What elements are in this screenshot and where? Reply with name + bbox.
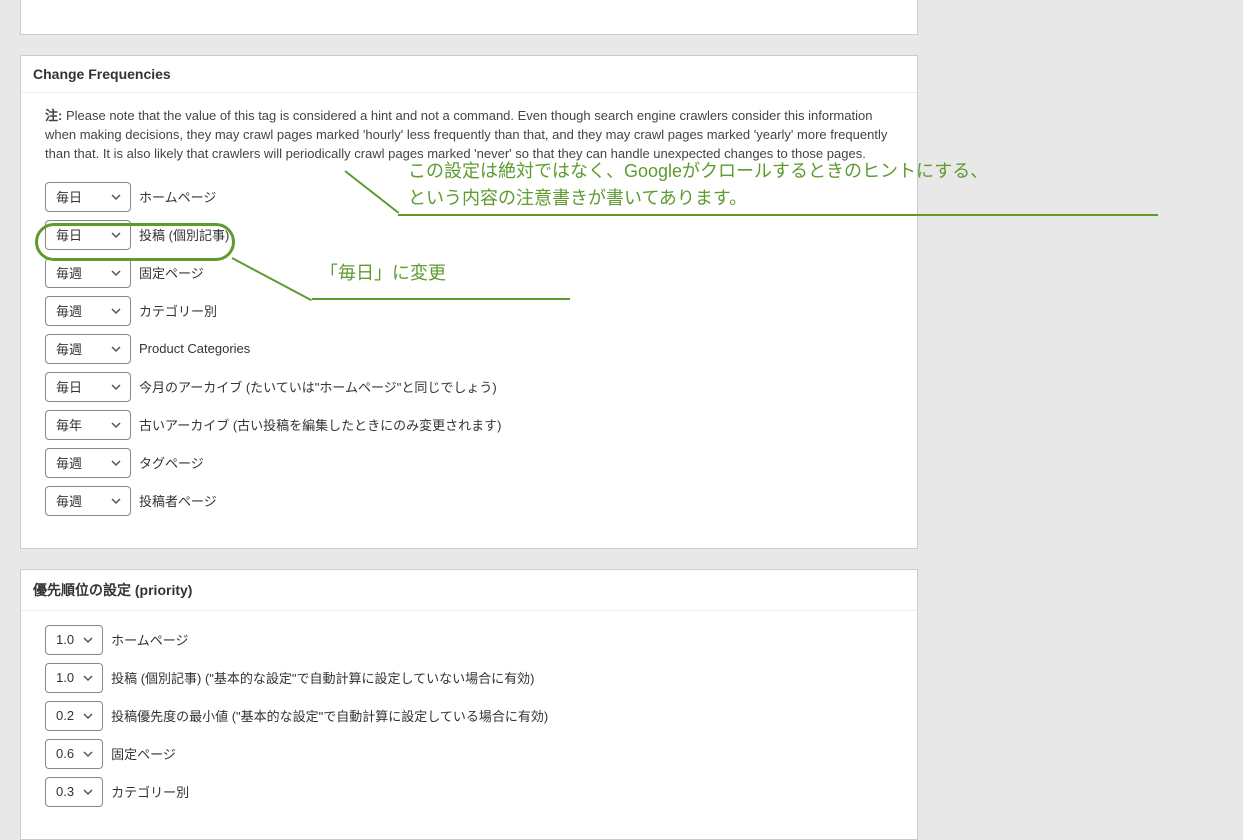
priority-select-posts[interactable]: 1.0	[45, 663, 103, 693]
priority-row-categories: 0.3 カテゴリー別	[45, 777, 893, 807]
freq-value: 毎日	[56, 225, 82, 244]
freq-select-tags[interactable]: 毎週	[45, 448, 131, 478]
note-prefix: 注:	[45, 108, 62, 123]
priority-select-homepage[interactable]: 1.0	[45, 625, 103, 655]
chevron-down-icon	[110, 267, 122, 279]
freq-label: Product Categories	[139, 341, 250, 356]
freq-select-old-archive[interactable]: 毎年	[45, 410, 131, 440]
change-freq-note: 注: Please note that the value of this ta…	[45, 107, 893, 164]
note-text: Please note that the value of this tag i…	[45, 108, 887, 161]
chevron-down-icon	[82, 748, 94, 760]
priority-value: 1.0	[56, 670, 74, 685]
chevron-down-icon	[82, 672, 94, 684]
priority-label: 投稿 (個別記事) ("基本的な設定"で自動計算に設定していない場合に有効)	[111, 668, 534, 687]
freq-label: 投稿者ページ	[139, 491, 217, 510]
freq-select-current-archive[interactable]: 毎日	[45, 372, 131, 402]
freq-label: 投稿 (個別記事)	[139, 225, 229, 244]
priority-value: 1.0	[56, 632, 74, 647]
freq-row-posts: 毎日 投稿 (個別記事)	[45, 220, 893, 250]
freq-label: 今月のアーカイブ (たいていは"ホームページ"と同じでしょう)	[139, 377, 497, 396]
priority-value: 0.6	[56, 746, 74, 761]
freq-value: 毎年	[56, 415, 82, 434]
panel-title-priority: 優先順位の設定 (priority)	[21, 570, 917, 611]
freq-row-tags: 毎週 タグページ	[45, 448, 893, 478]
priority-panel: 優先順位の設定 (priority) 1.0 ホームページ 1.0 投稿 (個別…	[20, 569, 918, 840]
freq-value: 毎週	[56, 453, 82, 472]
chevron-down-icon	[110, 381, 122, 393]
freq-row-homepage: 毎日 ホームページ	[45, 182, 893, 212]
priority-label: カテゴリー別	[111, 782, 189, 801]
freq-select-homepage[interactable]: 毎日	[45, 182, 131, 212]
priority-row-pages: 0.6 固定ページ	[45, 739, 893, 769]
priority-label: 固定ページ	[111, 744, 176, 763]
priority-row-posts: 1.0 投稿 (個別記事) ("基本的な設定"で自動計算に設定していない場合に有…	[45, 663, 893, 693]
freq-value: 毎日	[56, 187, 82, 206]
priority-row-homepage: 1.0 ホームページ	[45, 625, 893, 655]
freq-row-product-cat: 毎週 Product Categories	[45, 334, 893, 364]
chevron-down-icon	[110, 305, 122, 317]
chevron-down-icon	[110, 343, 122, 355]
chevron-down-icon	[82, 634, 94, 646]
freq-select-authors[interactable]: 毎週	[45, 486, 131, 516]
freq-value: 毎週	[56, 263, 82, 282]
freq-value: 毎週	[56, 339, 82, 358]
priority-value: 0.2	[56, 708, 74, 723]
priority-select-min[interactable]: 0.2	[45, 701, 103, 731]
change-frequencies-panel: Change Frequencies 注: Please note that t…	[20, 55, 918, 549]
priority-label: 投稿優先度の最小値 ("基本的な設定"で自動計算に設定している場合に有効)	[111, 706, 548, 725]
freq-value: 毎週	[56, 491, 82, 510]
freq-row-pages: 毎週 固定ページ	[45, 258, 893, 288]
chevron-down-icon	[82, 786, 94, 798]
freq-row-categories: 毎週 カテゴリー別	[45, 296, 893, 326]
freq-select-posts[interactable]: 毎日	[45, 220, 131, 250]
chevron-down-icon	[82, 710, 94, 722]
freq-select-product-cat[interactable]: 毎週	[45, 334, 131, 364]
priority-label: ホームページ	[111, 630, 188, 649]
freq-label: タグページ	[139, 453, 204, 472]
freq-label: 古いアーカイブ (古い投稿を編集したときにのみ変更されます)	[139, 415, 502, 434]
freq-row-old-archive: 毎年 古いアーカイブ (古い投稿を編集したときにのみ変更されます)	[45, 410, 893, 440]
priority-row-min: 0.2 投稿優先度の最小値 ("基本的な設定"で自動計算に設定している場合に有効…	[45, 701, 893, 731]
chevron-down-icon	[110, 495, 122, 507]
priority-select-categories[interactable]: 0.3	[45, 777, 103, 807]
previous-panel-bottom	[20, 0, 918, 35]
chevron-down-icon	[110, 229, 122, 241]
freq-select-categories[interactable]: 毎週	[45, 296, 131, 326]
freq-value: 毎週	[56, 301, 82, 320]
freq-row-current-archive: 毎日 今月のアーカイブ (たいていは"ホームページ"と同じでしょう)	[45, 372, 893, 402]
priority-value: 0.3	[56, 784, 74, 799]
priority-select-pages[interactable]: 0.6	[45, 739, 103, 769]
freq-label: 固定ページ	[139, 263, 204, 282]
freq-select-pages[interactable]: 毎週	[45, 258, 131, 288]
chevron-down-icon	[110, 191, 122, 203]
freq-label: ホームページ	[139, 187, 216, 206]
freq-row-authors: 毎週 投稿者ページ	[45, 486, 893, 516]
freq-label: カテゴリー別	[139, 301, 217, 320]
chevron-down-icon	[110, 419, 122, 431]
panel-title-change-freq: Change Frequencies	[21, 56, 917, 93]
chevron-down-icon	[110, 457, 122, 469]
freq-value: 毎日	[56, 377, 82, 396]
